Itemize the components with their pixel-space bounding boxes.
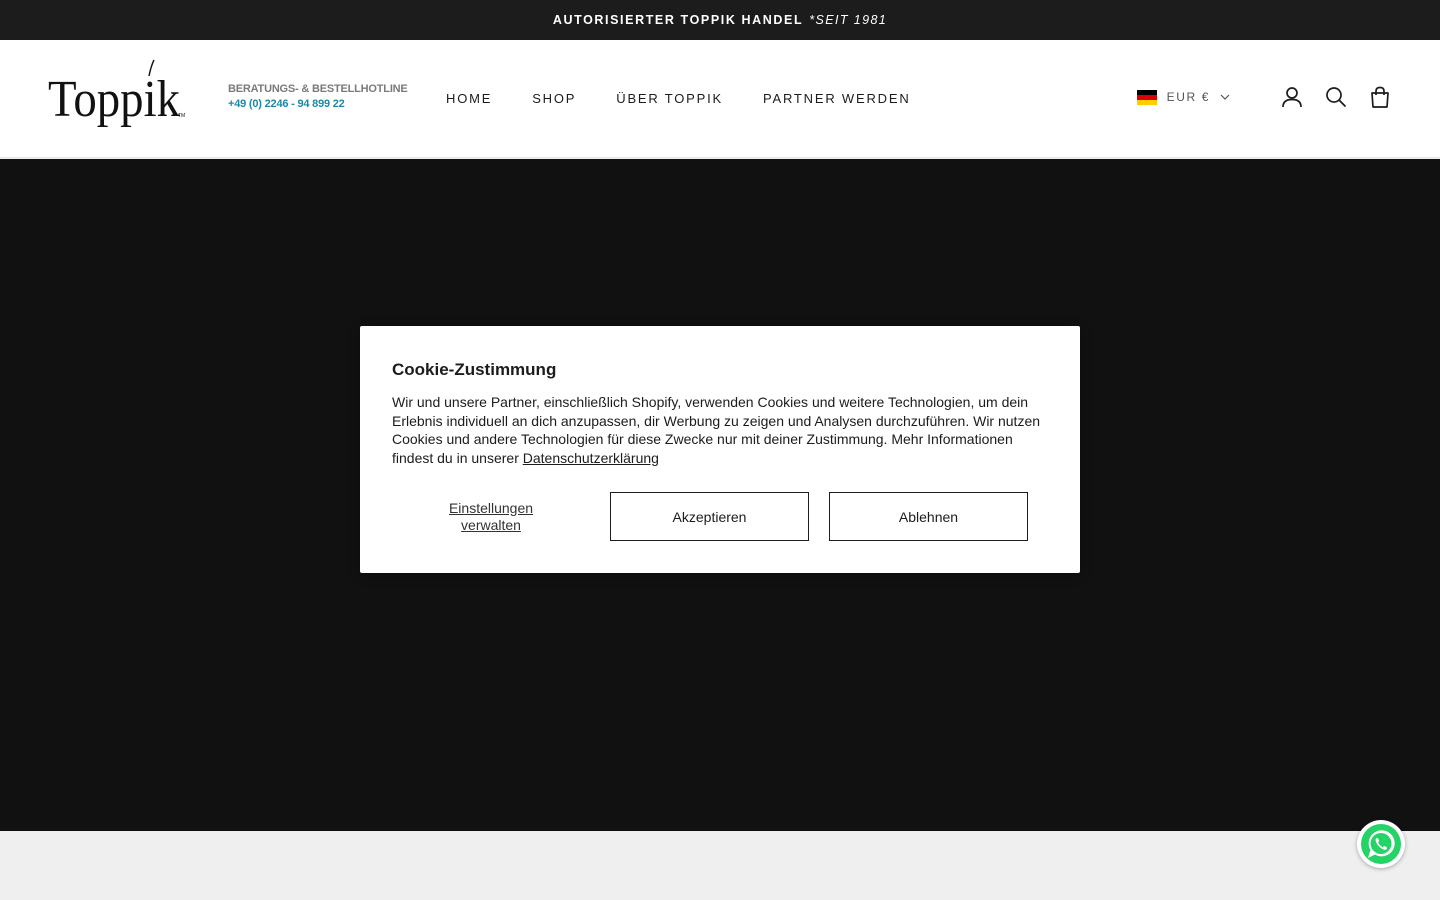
site-header: Toppik TM BERATUNGS- & BESTELLHOTLINE +4…	[0, 40, 1440, 158]
cart-icon[interactable]	[1368, 85, 1392, 109]
cookie-text: Wir und unsere Partner, einschließlich S…	[392, 393, 1052, 467]
announcement-text: AUTORISIERTER TOPPIK HANDEL	[552, 13, 804, 27]
announcement-bar: AUTORISIERTER TOPPIK HANDEL *SEIT 1981	[0, 0, 1440, 40]
privacy-policy-link[interactable]: Datenschutzerklärung	[523, 450, 659, 466]
decline-button[interactable]: Ablehnen	[829, 492, 1028, 541]
announcement-since: *SEIT 1981	[809, 13, 888, 27]
logo-wordmark: Toppik	[48, 71, 180, 128]
cookie-title: Cookie-Zustimmung	[392, 360, 557, 379]
hotline-title: BERATUNGS- & BESTELLHOTLINE	[228, 83, 408, 95]
cookie-actions: Einstellungen verwalten Akzeptieren Able…	[392, 492, 1048, 541]
whatsapp-icon	[1361, 824, 1401, 864]
hotline: BERATUNGS- & BESTELLHOTLINE +49 (0) 2246…	[228, 83, 408, 110]
accept-button[interactable]: Akzeptieren	[610, 492, 809, 541]
nav-shop[interactable]: SHOP	[532, 91, 576, 106]
search-icon[interactable]	[1324, 85, 1348, 109]
germany-flag-icon	[1136, 89, 1157, 105]
cookie-body: Wir und unsere Partner, einschließlich S…	[392, 394, 1041, 466]
currency-selector[interactable]: EUR €	[1136, 89, 1230, 105]
main-nav: HOME SHOP ÜBER TOPPIK PARTNER WERDEN	[446, 91, 951, 106]
manage-line-2: verwalten	[461, 516, 521, 533]
nav-about[interactable]: ÜBER TOPPIK	[616, 91, 723, 106]
nav-home[interactable]: HOME	[446, 91, 492, 106]
chevron-down-icon	[1220, 94, 1230, 100]
hotline-phone[interactable]: +49 (0) 2246 - 94 899 22	[228, 98, 408, 110]
header-actions: EUR €	[1136, 85, 1392, 109]
nav-partner[interactable]: PARTNER WERDEN	[763, 91, 911, 106]
manage-line-1: Einstellungen	[448, 499, 534, 516]
manage-settings-link[interactable]: Einstellungen verwalten	[392, 500, 590, 534]
account-icon[interactable]	[1280, 85, 1304, 109]
toppik-logo[interactable]: Toppik TM	[48, 58, 190, 140]
cookie-consent-dialog: Cookie-Zustimmung Wir und unsere Partner…	[360, 326, 1080, 573]
whatsapp-button[interactable]	[1357, 820, 1405, 868]
svg-text:TM: TM	[178, 113, 185, 119]
currency-label: EUR €	[1166, 90, 1210, 104]
